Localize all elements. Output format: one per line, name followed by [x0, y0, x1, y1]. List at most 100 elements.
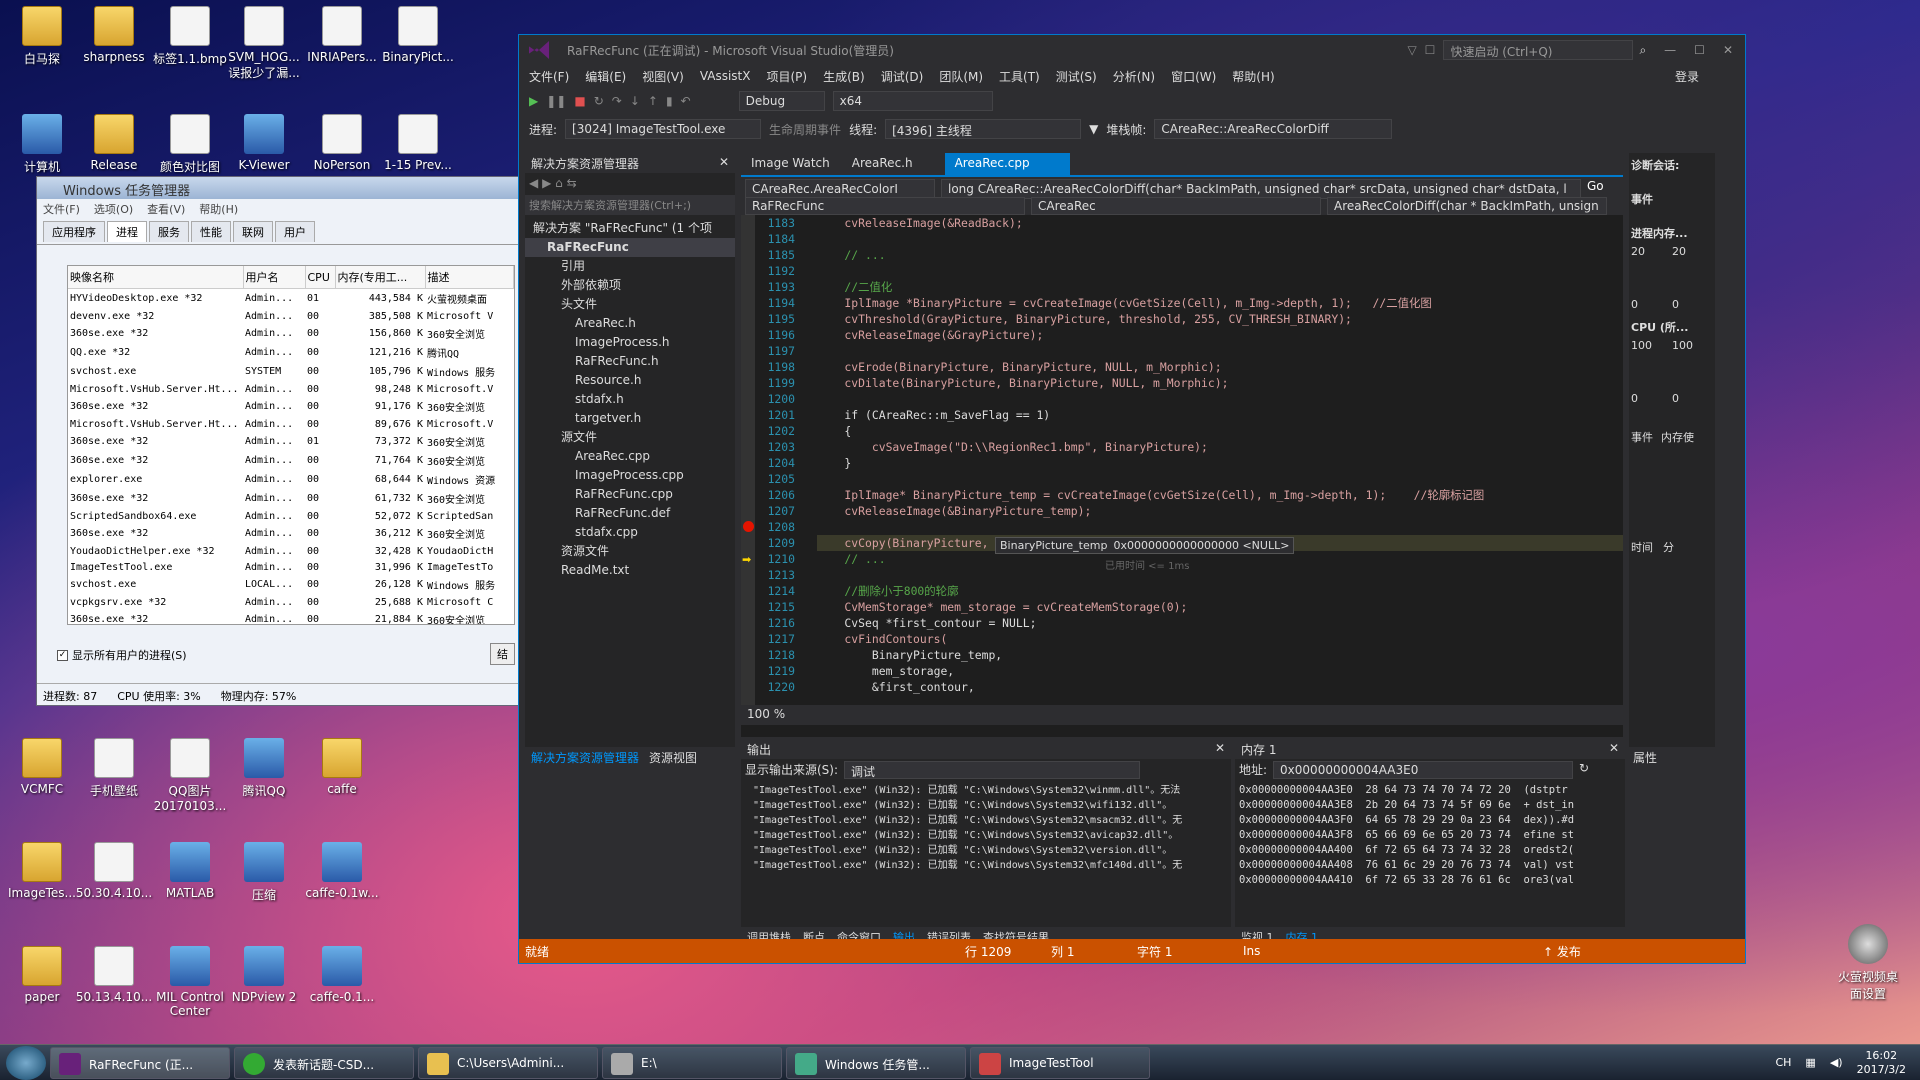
- desktop-icon[interactable]: 1-15 Prev...: [376, 114, 460, 172]
- menu-item[interactable]: VAssistX: [700, 69, 751, 83]
- desktop-icon[interactable]: QQ图片 20170103...: [148, 738, 232, 813]
- lifecycle-events[interactable]: 生命周期事件: [769, 121, 841, 138]
- menu-item[interactable]: 团队(M): [939, 68, 983, 85]
- tree-item[interactable]: RaFRecFunc: [525, 238, 735, 257]
- indicator-margin[interactable]: ➡: [741, 215, 755, 705]
- step-into-icon[interactable]: ↓: [630, 94, 640, 108]
- tab-memory[interactable]: 内存使: [1661, 429, 1694, 445]
- desktop-icon[interactable]: sharpness: [72, 6, 156, 64]
- tab-image-watch[interactable]: Image Watch: [741, 153, 840, 175]
- vs-titlebar[interactable]: RaFRecFunc (正在调试) - Microsoft Visual Stu…: [519, 35, 1745, 65]
- taskbar-item[interactable]: C:\Users\Admini...: [418, 1046, 598, 1079]
- desktop-icon[interactable]: caffe-0.1w...: [300, 842, 384, 900]
- desktop-icon[interactable]: 50.13.4.10...: [72, 946, 156, 1004]
- tree-item[interactable]: AreaRec.cpp: [525, 447, 735, 466]
- process-dropdown[interactable]: [3024] ImageTestTool.exe: [565, 119, 762, 139]
- language-indicator[interactable]: CH: [1775, 1056, 1791, 1069]
- clock[interactable]: 16:02 2017/3/2: [1857, 1049, 1906, 1077]
- desktop-icon[interactable]: SVM_HOG... 误报少了漏...: [222, 6, 306, 81]
- output-source-dropdown[interactable]: 调试: [844, 761, 1141, 779]
- tree-item[interactable]: ImageProcess.h: [525, 333, 735, 352]
- desktop-icon[interactable]: BinaryPict...: [376, 6, 460, 64]
- close-icon[interactable]: ✕: [1215, 741, 1225, 757]
- tree-item[interactable]: stdafx.cpp: [525, 523, 735, 542]
- quick-launch-input[interactable]: 快速启动 (Ctrl+Q): [1443, 40, 1634, 60]
- tab-users[interactable]: 用户: [275, 221, 315, 242]
- desktop-icon[interactable]: K-Viewer: [222, 114, 306, 172]
- menu-item[interactable]: 调试(D): [881, 68, 924, 85]
- close-icon[interactable]: ✕: [1723, 43, 1733, 57]
- filter-icon[interactable]: ▽: [1407, 43, 1416, 57]
- menu-item[interactable]: 窗口(W): [1171, 68, 1216, 85]
- menu-item[interactable]: 分析(N): [1113, 68, 1155, 85]
- tree-item[interactable]: 资源文件: [525, 542, 735, 561]
- menu-item[interactable]: 测试(S): [1056, 68, 1097, 85]
- thread-dropdown[interactable]: [4396] 主线程: [885, 119, 1082, 139]
- go-button[interactable]: Go: [1587, 179, 1604, 195]
- table-row[interactable]: Microsoft.VsHub.Server.Ht... Admin... 00 98…: [68, 381, 514, 397]
- desktop-icon[interactable]: caffe-0.1...: [300, 946, 384, 1004]
- tree-item[interactable]: ImageProcess.cpp: [525, 466, 735, 485]
- column-header[interactable]: CPU: [305, 266, 336, 289]
- filter-icon[interactable]: ▼: [1089, 122, 1098, 136]
- show-all-users[interactable]: ✓ 显示所有用户的进程(S): [57, 647, 187, 663]
- restart-icon[interactable]: ↻: [594, 94, 604, 108]
- menu-item[interactable]: 帮助(H): [199, 201, 238, 217]
- desktop-icon[interactable]: 50.30.4.10...: [72, 842, 156, 900]
- desktop-icon[interactable]: 颜色对比图: [148, 114, 232, 175]
- project-dropdown[interactable]: RaFRecFunc: [745, 197, 1025, 215]
- menu-item[interactable]: 工具(T): [999, 68, 1040, 85]
- step-out-icon[interactable]: ↑: [648, 94, 658, 108]
- task-manager-window[interactable]: Windows 任务管理器 文件(F) 选项(O) 查看(V) 帮助(H) 应用…: [36, 176, 520, 706]
- breakpoint-icon[interactable]: [743, 521, 754, 532]
- platform-dropdown[interactable]: x64: [832, 91, 993, 111]
- column-header[interactable]: 用户名: [243, 266, 306, 289]
- class-dropdown[interactable]: CAreaRec.AreaRecColorI: [745, 179, 935, 199]
- bookmark-icon[interactable]: ▮: [666, 94, 673, 108]
- solution-tree[interactable]: 解决方案 "RaFRecFunc" (1 个项 RaFRecFunc 引用 外部依赖项…: [525, 215, 735, 580]
- tree-item[interactable]: 源文件: [525, 428, 735, 447]
- column-header[interactable]: 描述: [425, 266, 514, 289]
- tree-item[interactable]: 头文件: [525, 295, 735, 314]
- tab-arearec-cpp[interactable]: AreaRec.cpp: [944, 153, 1070, 175]
- table-row[interactable]: explorer.exe Admin... 00 68,644 K Windows 资源: [68, 470, 514, 489]
- column-header[interactable]: 内存(专用工...: [335, 266, 426, 289]
- tree-item[interactable]: ReadMe.txt: [525, 561, 735, 580]
- address-input[interactable]: 0x00000000004AA3E0: [1273, 761, 1574, 779]
- tab-resource-view[interactable]: 资源视图: [649, 749, 697, 765]
- maximize-icon[interactable]: ☐: [1694, 43, 1705, 57]
- table-row[interactable]: ImageTestTool.exe Admin... 00 31,996 K Image…: [68, 559, 514, 575]
- tab-solution-explorer[interactable]: 解决方案资源管理器: [531, 749, 639, 765]
- menu-item[interactable]: 文件(F): [43, 201, 80, 217]
- memory-dump[interactable]: 0x00000000004AA3E0 28 64 73 74 70 74 72 …: [1235, 779, 1625, 907]
- forward-icon[interactable]: ▶: [542, 176, 551, 190]
- checkbox-icon[interactable]: ✓: [57, 649, 68, 661]
- output-text[interactable]: "ImageTestTool.exe" (Win32): 已加载 "C:\Win…: [741, 779, 1231, 907]
- desktop-icon[interactable]: 火萤视频桌 面设置: [1820, 924, 1916, 1002]
- menu-item[interactable]: 编辑(E): [585, 68, 626, 85]
- menu-item[interactable]: 视图(V): [642, 68, 684, 85]
- task-manager-titlebar[interactable]: Windows 任务管理器: [37, 177, 519, 199]
- solution-search-input[interactable]: 搜索解决方案资源管理器(Ctrl+;): [525, 195, 735, 215]
- network-icon[interactable]: ▦: [1805, 1056, 1815, 1069]
- code-text[interactable]: cvReleaseImage(&ReadBack); // ... //二值化 …: [817, 215, 1623, 705]
- minimize-icon[interactable]: —: [1664, 43, 1676, 57]
- desktop-icon[interactable]: 标签1.1.bmp: [148, 6, 232, 67]
- back-icon[interactable]: ◀: [529, 176, 538, 190]
- tab-apps[interactable]: 应用程序: [43, 221, 105, 242]
- table-row[interactable]: HYVideoDesktop.exe *32 Admin... 01 443,584 …: [68, 289, 514, 309]
- home-icon[interactable]: ⌂: [555, 176, 563, 190]
- tree-item[interactable]: 解决方案 "RaFRecFunc" (1 个项: [525, 219, 735, 238]
- table-row[interactable]: 360se.exe *32 Admin... 00 156,860 K 360安全浏览: [68, 324, 514, 343]
- step-over-icon[interactable]: ↷: [612, 94, 622, 108]
- table-row[interactable]: svchost.exe SYSTEM 00 105,796 K Windows 服务: [68, 362, 514, 381]
- table-row[interactable]: YoudaoDictHelper.exe *32 Admin... 00 32,428…: [68, 543, 514, 559]
- properties-tab[interactable]: 属性: [1629, 747, 1715, 767]
- table-row[interactable]: devenv.exe *32 Admin... 00 385,508 K Microso…: [68, 308, 514, 324]
- desktop-icon[interactable]: 手机壁纸: [72, 738, 156, 799]
- end-process-button[interactable]: 结: [490, 643, 515, 665]
- taskbar-item[interactable]: Windows 任务管...: [786, 1046, 966, 1079]
- pause-icon[interactable]: ❚❚: [546, 94, 566, 108]
- tree-item[interactable]: RaFRecFunc.def: [525, 504, 735, 523]
- table-row[interactable]: 360se.exe *32 Admin... 00 71,764 K 360安全浏览: [68, 451, 514, 470]
